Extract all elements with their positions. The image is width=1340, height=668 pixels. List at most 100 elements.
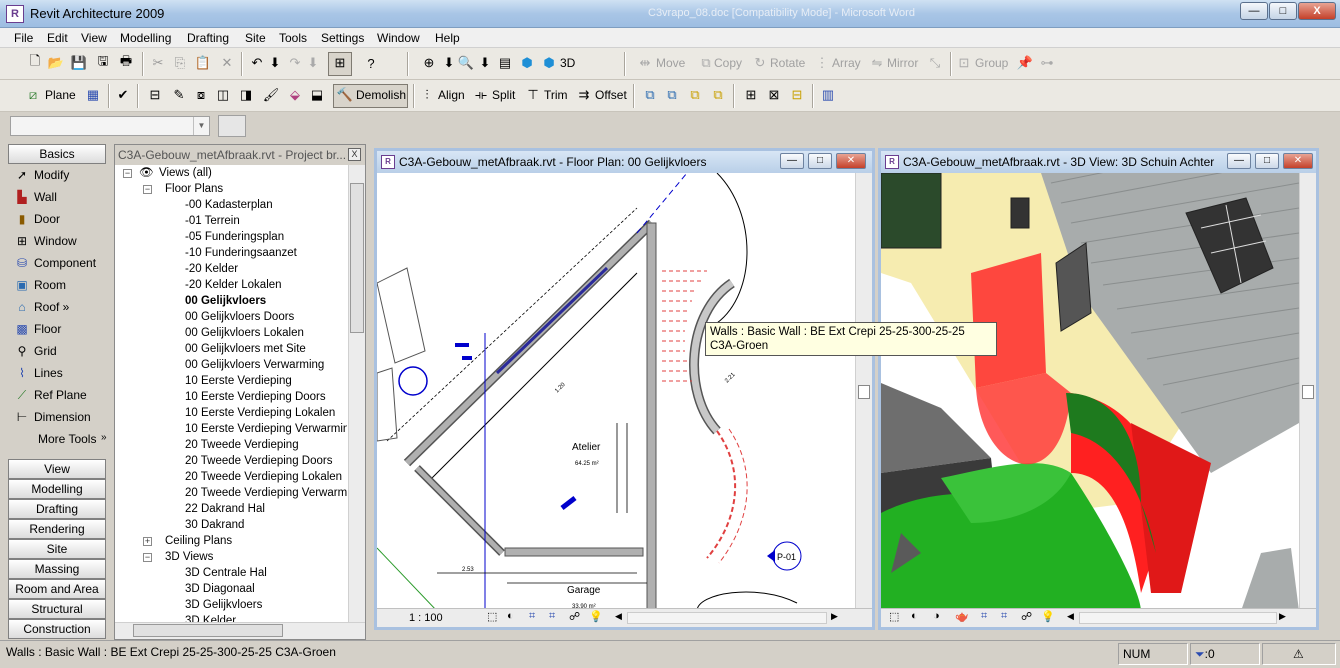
tool-roof[interactable]: ⌂ Roof » — [8, 296, 106, 318]
more-tools[interactable]: More Tools » — [8, 428, 107, 450]
close-icon[interactable]: X — [348, 148, 361, 161]
spellcheck-icon[interactable]: ✔ — [114, 86, 132, 104]
tab-structural[interactable]: Structural — [8, 599, 106, 619]
tree-item[interactable]: 10 Eerste Verdieping Lokalen — [185, 405, 335, 421]
paste-aligned-icon[interactable]: ⧉ — [663, 86, 681, 104]
plane-icon[interactable]: ⧄ — [24, 86, 42, 104]
show-crop-icon[interactable]: ⌗ — [1001, 610, 1007, 623]
move-button[interactable]: Move — [656, 56, 685, 70]
tree-item[interactable]: 3D Gelijkvloers — [185, 597, 262, 613]
tab-view[interactable]: View — [8, 459, 106, 479]
tree-ceiling-plans[interactable]: Ceiling Plans — [165, 533, 232, 549]
scroll-thumb[interactable] — [858, 385, 870, 399]
scroll-right-icon[interactable]: ▶ — [1279, 611, 1286, 622]
trim-button[interactable]: Trim — [544, 88, 568, 102]
floor-plan-horizontal-scrollbar[interactable] — [627, 612, 827, 624]
eyedropper-icon[interactable]: ✎ — [170, 86, 188, 104]
menu-view[interactable]: View — [81, 31, 107, 45]
tool-modify[interactable]: ➚ Modify — [8, 164, 106, 186]
view-properties-icon[interactable]: ▤ — [496, 54, 514, 72]
temporary-hide-icon[interactable]: ☍ — [1021, 610, 1032, 623]
detail-level-icon[interactable]: ⬚ — [487, 610, 497, 623]
tree-item[interactable]: -10 Funderingsaanzet — [185, 245, 297, 261]
delete-icon[interactable]: ✕ — [218, 54, 236, 72]
collapse-icon[interactable]: − — [143, 553, 152, 562]
copy-icon[interactable]: ⎘ — [171, 54, 189, 72]
view-scale[interactable]: 1 : 100 — [409, 612, 443, 624]
view-maximize-button[interactable]: □ — [808, 153, 832, 169]
copy-to-clipboard-icon[interactable]: ⧉ — [641, 86, 659, 104]
redo-dropdown-icon[interactable]: ⬇ — [304, 54, 322, 72]
reveal-hidden-icon[interactable]: 💡 — [1041, 610, 1055, 623]
whats-this-help-icon[interactable]: ? — [362, 54, 380, 72]
split-icon[interactable]: ⟛ — [472, 86, 490, 104]
tree-floor-plans[interactable]: Floor Plans — [165, 181, 223, 197]
tab-drafting[interactable]: Drafting — [8, 499, 106, 519]
tree-horizontal-scrollbar[interactable] — [115, 622, 365, 639]
rotate-button[interactable]: Rotate — [770, 56, 805, 70]
plane-button[interactable]: Plane — [45, 88, 76, 102]
tree-item[interactable]: -00 Kadasterplan — [185, 197, 273, 213]
zoom-icon[interactable]: 🔍 — [457, 54, 475, 72]
warning-cell[interactable]: ⚠ — [1262, 643, 1336, 665]
offset-button[interactable]: Offset — [595, 88, 627, 102]
scroll-thumb[interactable] — [350, 183, 364, 333]
tree-item[interactable]: 00 Gelijkvloers Lokalen — [185, 325, 304, 341]
tool-wall[interactable]: ▙ Wall — [8, 186, 106, 208]
tree-item[interactable]: 20 Tweede Verdieping Verwarming — [185, 485, 347, 501]
menu-help[interactable]: Help — [435, 31, 460, 45]
demolish-button[interactable]: Demolish — [356, 88, 406, 102]
new-icon[interactable]: 🗋 — [26, 53, 44, 72]
join-geometry-icon[interactable]: ⧇ — [192, 86, 210, 104]
menu-settings[interactable]: Settings — [321, 31, 364, 45]
tab-construction[interactable]: Construction — [8, 619, 106, 639]
mirror-icon[interactable]: ⇋ — [868, 54, 886, 72]
tool-lines[interactable]: ⌇ Lines — [8, 362, 106, 384]
tree-item[interactable]: 3D Centrale Hal — [185, 565, 267, 581]
tab-room-and-area[interactable]: Room and Area — [8, 579, 106, 599]
menu-tools[interactable]: Tools — [279, 31, 307, 45]
tool-door[interactable]: ▮ Door — [8, 208, 106, 230]
view-close-button[interactable]: ✕ — [1283, 153, 1313, 169]
scroll-thumb[interactable] — [133, 624, 283, 637]
tree-item[interactable]: 10 Eerste Verdieping Verwarming — [185, 421, 347, 437]
array-button[interactable]: Array — [832, 56, 861, 70]
expand-icon[interactable]: + — [143, 537, 152, 546]
group-button[interactable]: Group — [975, 56, 1008, 70]
view-maximize-button[interactable]: □ — [1255, 153, 1279, 169]
3d-view-button[interactable]: 3D — [560, 56, 575, 70]
scroll-thumb[interactable] — [1302, 385, 1314, 399]
print-icon[interactable]: 🖶 — [117, 53, 135, 72]
pin-icon[interactable]: 📌 — [1016, 54, 1034, 72]
3d-view-canvas[interactable] — [881, 173, 1299, 611]
unjoin-icon[interactable]: ◫ — [214, 86, 232, 104]
open-icon[interactable]: 📂 — [47, 54, 65, 72]
tree-item[interactable]: 00 Gelijkvloers Verwarming — [185, 357, 324, 373]
collapse-icon[interactable]: − — [143, 185, 152, 194]
tab-modelling[interactable]: Modelling — [8, 479, 106, 499]
tree-item[interactable]: 10 Eerste Verdieping — [185, 373, 292, 389]
offset-icon[interactable]: ⇉ — [575, 86, 593, 104]
menu-window[interactable]: Window — [377, 31, 420, 45]
align-icon[interactable]: ⫶ — [418, 86, 436, 104]
paste-icon[interactable]: 📋 — [194, 54, 212, 72]
floor-plan-vertical-scrollbar[interactable] — [855, 173, 872, 611]
save-copy-icon[interactable]: 🖫 — [94, 53, 112, 72]
link-icon[interactable]: ⊶ — [1038, 54, 1056, 72]
reveal-hidden-icon[interactable]: 💡 — [589, 610, 603, 623]
tree-item[interactable]: -01 Terrein — [185, 213, 240, 229]
render-icon[interactable]: 🫖 — [955, 610, 969, 623]
dynamic-view-icon[interactable]: ⊕ — [420, 54, 438, 72]
tool-floor[interactable]: ▩ Floor — [8, 318, 106, 340]
tree-item[interactable]: -05 Funderingsplan — [185, 229, 284, 245]
minimize-button[interactable]: — — [1240, 2, 1268, 20]
tree-3d-views[interactable]: 3D Views — [165, 549, 213, 565]
3d-view-horizontal-scrollbar[interactable] — [1079, 612, 1277, 624]
tree-item[interactable]: -20 Kelder Lokalen — [185, 277, 282, 293]
3d-view-icon[interactable]: ⬢ — [540, 54, 558, 72]
default-3d-icon[interactable]: ⬢ — [518, 54, 536, 72]
move-icon[interactable]: ⇹ — [636, 54, 654, 72]
array-icon[interactable]: ⋮ — [813, 54, 831, 72]
zoom-dropdown-icon[interactable]: ⬇ — [440, 54, 458, 72]
filter-cell[interactable]: ⏷:0 — [1190, 643, 1260, 665]
